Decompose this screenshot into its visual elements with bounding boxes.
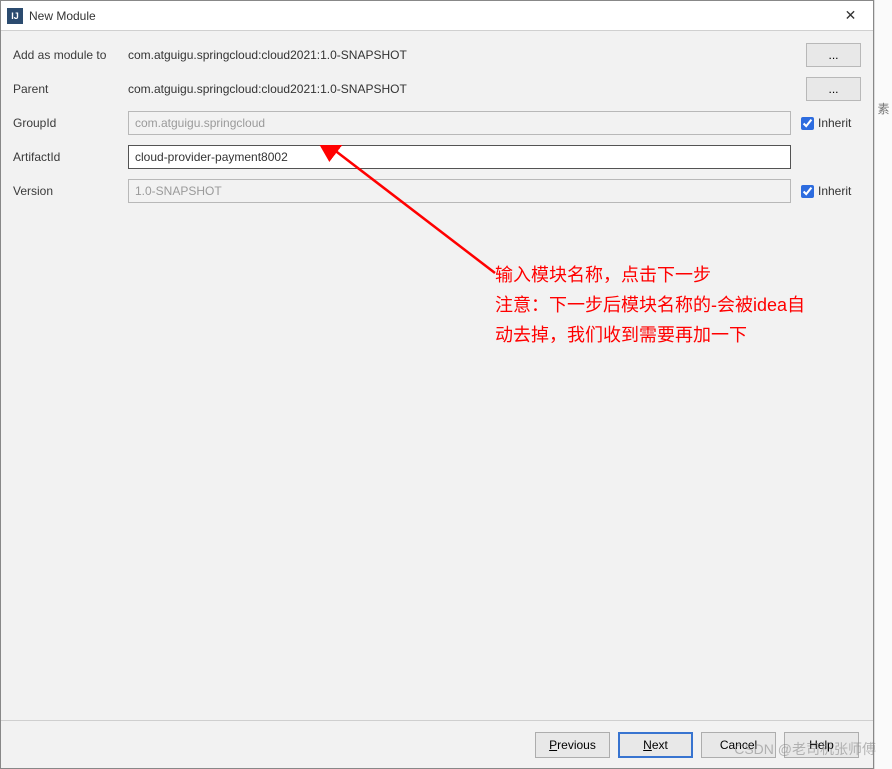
previous-label: revious [557, 738, 596, 752]
input-artifactid[interactable] [128, 145, 791, 169]
new-module-dialog: IJ New Module ✕ Add as module to com.atg… [0, 0, 874, 769]
titlebar: IJ New Module ✕ [1, 1, 873, 31]
browse-add-as-module-button[interactable]: ... [806, 43, 861, 67]
label-parent: Parent [13, 82, 128, 96]
row-parent: Parent com.atguigu.springcloud:cloud2021… [13, 77, 861, 101]
next-label: ext [652, 738, 668, 752]
value-parent: com.atguigu.springcloud:cloud2021:1.0-SN… [128, 82, 407, 96]
window-title: New Module [29, 9, 96, 23]
close-icon[interactable]: ✕ [828, 1, 873, 31]
inherit-groupid[interactable]: Inherit [801, 116, 861, 130]
input-version [128, 179, 791, 203]
row-version: Version Inherit [13, 179, 861, 203]
value-add-as-module: com.atguigu.springcloud:cloud2021:1.0-SN… [128, 48, 407, 62]
label-add-as-module: Add as module to [13, 48, 128, 62]
previous-button[interactable]: Previous [535, 732, 610, 758]
dialog-content: Add as module to com.atguigu.springcloud… [1, 31, 873, 720]
next-button[interactable]: Next [618, 732, 693, 758]
row-groupid: GroupId Inherit [13, 111, 861, 135]
help-button[interactable]: Help [784, 732, 859, 758]
checkbox-inherit-groupid[interactable] [801, 117, 814, 130]
dialog-footer: Previous Next Cancel Help [1, 720, 873, 768]
row-add-as-module: Add as module to com.atguigu.springcloud… [13, 43, 861, 67]
label-groupid: GroupId [13, 116, 128, 130]
row-artifactid: ArtifactId [13, 145, 861, 169]
label-version: Version [13, 184, 128, 198]
background-right-strip: 素 [874, 0, 892, 769]
inherit-groupid-label: Inherit [818, 116, 851, 130]
input-groupid [128, 111, 791, 135]
label-artifactid: ArtifactId [13, 150, 128, 164]
bg-char: 素 [877, 102, 889, 116]
inherit-version[interactable]: Inherit [801, 184, 861, 198]
checkbox-inherit-version[interactable] [801, 185, 814, 198]
inherit-version-label: Inherit [818, 184, 851, 198]
cancel-button[interactable]: Cancel [701, 732, 776, 758]
app-icon: IJ [7, 8, 23, 24]
browse-parent-button[interactable]: ... [806, 77, 861, 101]
